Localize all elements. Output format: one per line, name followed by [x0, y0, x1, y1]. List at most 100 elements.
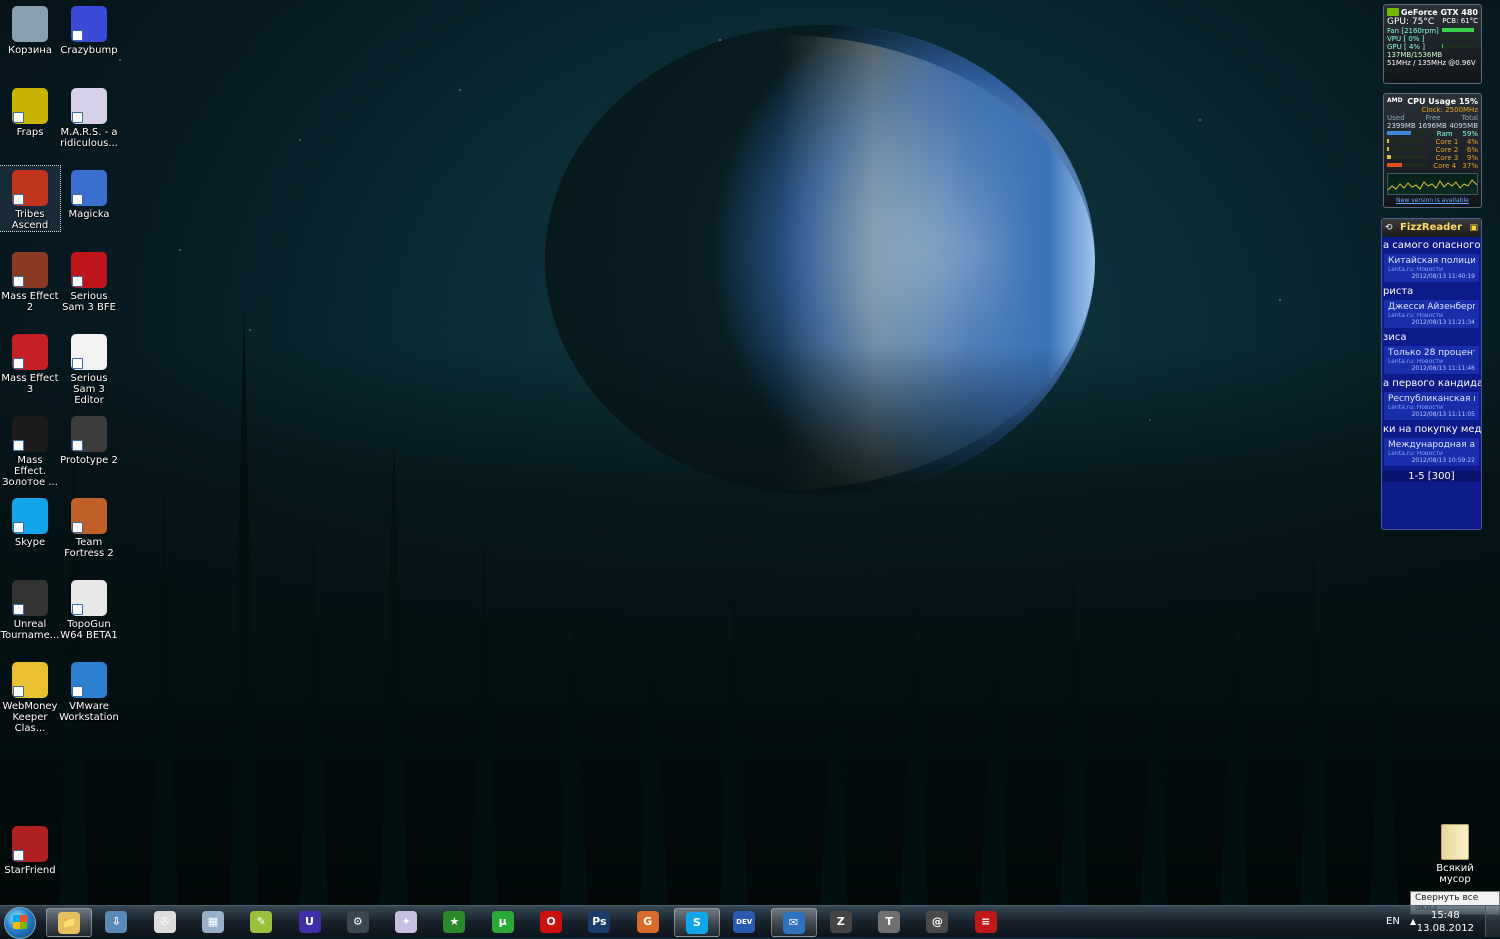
mass-effect-3-icon	[12, 334, 48, 370]
desktop-icon[interactable]: Crazybump	[59, 2, 119, 56]
shortcut-arrow-icon	[72, 276, 83, 287]
skype-icon: S	[685, 911, 708, 934]
unreal-icon	[12, 580, 48, 616]
pine-tree	[230, 306, 258, 906]
fizzreader-header: ⟲ FizzReader ▣	[1382, 219, 1481, 237]
desktop-icon[interactable]: Tribes Ascend	[0, 165, 61, 232]
desktop-icon[interactable]: Team Fortress 2	[59, 494, 119, 559]
shortcut-arrow-icon	[13, 522, 24, 533]
pine-tree	[900, 606, 928, 906]
desktop-icon[interactable]: Prototype 2	[59, 412, 119, 466]
desktop-icon[interactable]: WebMoney Keeper Clas...	[0, 658, 60, 734]
desktop-icon[interactable]: StarFriend	[0, 822, 60, 876]
taskbar-star-button[interactable]: ★	[432, 908, 476, 935]
fizzreader-topic[interactable]: риста	[1382, 283, 1481, 300]
desktop-icon[interactable]: VMware Workstation	[59, 658, 119, 723]
gpu-load-bar	[1442, 44, 1478, 48]
taskbar-notes-button[interactable]: ✎	[239, 908, 283, 935]
desktop-icon[interactable]: Fraps	[0, 84, 60, 138]
gpu-load: GPU [ 4% ]	[1387, 43, 1426, 51]
language-indicator[interactable]: EN	[1386, 906, 1400, 937]
desktop-icon[interactable]: Unreal Tourname...	[0, 576, 60, 641]
desktop-icon-label: Unreal Tourname...	[0, 619, 60, 641]
fizzreader-gadget[interactable]: ⟲ FizzReader ▣ а самого опасного прКитай…	[1381, 218, 1482, 530]
news-date: 2012/08/13 11:11:05	[1411, 411, 1475, 418]
wallpaper-forest	[0, 346, 1500, 906]
pine-tree	[1140, 646, 1168, 906]
fizzreader-news-item[interactable]: Китайская полиция...Lenta.ru: Новости201…	[1384, 254, 1479, 283]
taskbar-steam-button[interactable]: ⚙	[336, 908, 380, 935]
fizzreader-news-item[interactable]: Международная ас...Lenta.ru: Новости2012…	[1384, 438, 1479, 467]
fizzreader-pager[interactable]: 1-5 [300]	[1382, 471, 1481, 482]
shortcut-arrow-icon	[72, 358, 83, 369]
amd-logo: AMD	[1387, 97, 1403, 104]
cpu-usage-gadget[interactable]: AMD CPU Usage 15% Clock: 2500MHz Used Fr…	[1383, 93, 1482, 208]
desktop-icon[interactable]: Mass Effect 3	[0, 330, 60, 395]
taskbar-chrome-button[interactable]: G	[626, 908, 670, 935]
desktop-icon[interactable]: Корзина	[0, 2, 60, 56]
vmware-icon	[71, 662, 107, 698]
taskbar: 📁 ⇩ ✇ ▦ ✎ U ⚙ ✦ ★ µ O Ps G S DEV ✉ Z T @ ≡ EN ▲ 15:48 13.08…	[0, 905, 1500, 939]
unreal-icon: U	[298, 910, 321, 933]
fizzreader-news-item[interactable]: Джесси Айзенбергу...Lenta.ru: Новости201…	[1384, 300, 1479, 329]
desktop-icon[interactable]: TopoGun W64 BETA1	[59, 576, 119, 641]
fizzreader-topic[interactable]: а самого опасного пр	[1382, 237, 1481, 254]
cpu-core-bar	[1387, 147, 1427, 151]
news-date: 2012/08/13 11:21:34	[1411, 319, 1475, 326]
cpu-core-name: Core 2	[1435, 146, 1459, 154]
fizzreader-topic[interactable]: зиса	[1382, 329, 1481, 346]
taskbar-settings-button[interactable]: @	[915, 908, 959, 935]
desktop-icon[interactable]: Serious Sam 3 Editor	[59, 330, 119, 406]
desktop-icon[interactable]: Skype	[0, 494, 60, 548]
taskbar-redapp-button[interactable]: ≡	[964, 908, 1008, 935]
fizzreader-news-item[interactable]: Только 28 процент...Lenta.ru: Новости201…	[1384, 346, 1479, 375]
taskbar-skype-button[interactable]: S	[673, 908, 720, 937]
folder-vsyakiy-musor[interactable]: Всякий мусор	[1426, 824, 1484, 885]
cpu-core-row: Core 1 4%	[1384, 138, 1481, 146]
mem-total: 4095MB	[1449, 122, 1478, 130]
taskbar-downloads-button[interactable]: ⇩	[94, 908, 138, 935]
gpu-monitor-gadget[interactable]: GeForce GTX 480 GPU: 75°C PCB: 61°C Fan …	[1383, 4, 1482, 84]
system-clock[interactable]: 15:48 13.08.2012	[1417, 909, 1474, 935]
taskbar-outlook-button[interactable]: ✉	[770, 908, 817, 937]
desktop-icon-label: Skype	[14, 537, 46, 548]
taskbar-utorrent-button[interactable]: µ	[481, 908, 525, 935]
taskbar-topogun-button[interactable]: T	[867, 908, 911, 935]
desktop-icon[interactable]: Mass Effect. Золотое ...	[0, 412, 60, 488]
taskbar-media-button[interactable]: ✇	[143, 908, 187, 935]
desktop-icon[interactable]: Magicka	[59, 166, 119, 220]
fizzreader-topic[interactable]: ки на покупку медал	[1382, 421, 1481, 438]
taskbar-explorer-button[interactable]: 📁	[46, 908, 92, 937]
webmoney-icon	[12, 662, 48, 698]
mem-header-free: Free	[1425, 114, 1441, 122]
magicka-icon	[71, 170, 107, 206]
taskbar-unreal-button[interactable]: U	[288, 908, 332, 935]
taskbar-devcpp-button[interactable]: DEV	[722, 908, 766, 935]
fizzreader-news-item[interactable]: Республиканская п...Lenta.ru: Новости201…	[1384, 392, 1479, 421]
taskbar-calculator-button[interactable]: ▦	[191, 908, 235, 935]
crazybump-icon	[71, 6, 107, 42]
cpu-update-link[interactable]: New version is available	[1384, 197, 1481, 204]
desktop-icon-label: Mass Effect 2	[1, 291, 59, 313]
taskbar-mars-button[interactable]: ✦	[384, 908, 428, 935]
mass-effect-2-icon	[12, 252, 48, 288]
show-desktop-button[interactable]	[1485, 906, 1500, 937]
language-label: EN	[1386, 916, 1400, 927]
tray-expand-arrow-icon[interactable]: ▲	[1410, 906, 1416, 937]
document-icon	[71, 334, 107, 370]
browser-icon: G	[636, 910, 659, 933]
taskbar-photoshop-button[interactable]: Ps	[577, 908, 621, 935]
desktop-icon[interactable]: Mass Effect 2	[0, 248, 60, 313]
fizzreader-settings-icon[interactable]: ⟲	[1385, 219, 1393, 237]
news-date: 2012/08/13 11:11:46	[1411, 365, 1475, 372]
gpu-fan-bar	[1442, 28, 1478, 32]
start-button[interactable]	[4, 907, 36, 939]
pine-tree	[470, 546, 498, 906]
taskbar-zbrush-button[interactable]: Z	[819, 908, 863, 935]
fizzreader-topic[interactable]: а первого кандидата	[1382, 375, 1481, 392]
fizzreader-pin-icon[interactable]: ▣	[1469, 219, 1478, 237]
desktop-icon[interactable]: Serious Sam 3 BFE	[59, 248, 119, 313]
desktop-icon[interactable]: M.A.R.S. - a ridiculous...	[59, 84, 119, 149]
fizzreader-title: FizzReader	[1400, 222, 1463, 233]
taskbar-opera-button[interactable]: O	[529, 908, 573, 935]
